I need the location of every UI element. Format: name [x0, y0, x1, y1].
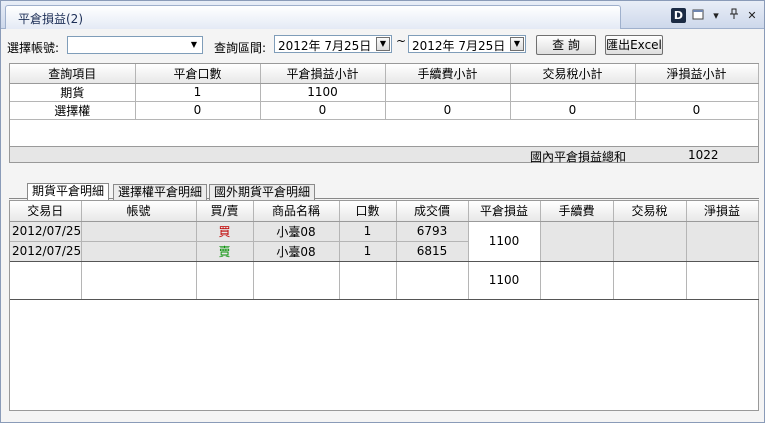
- table-cell: 期貨: [10, 83, 136, 102]
- calendar-dropdown-icon[interactable]: ▼: [510, 37, 524, 51]
- quantity-cell: 1: [339, 221, 397, 242]
- pnl-cell: 1100: [468, 221, 541, 262]
- subtotal-pnl-cell: 1100: [468, 261, 541, 300]
- close-icon[interactable]: ✕: [746, 9, 758, 22]
- range-separator: ~: [396, 34, 407, 48]
- column-header[interactable]: 淨損益小計: [635, 64, 759, 84]
- table-cell: [635, 83, 759, 102]
- table-row[interactable]: 選擇權 0 0 0 0 0: [10, 101, 759, 120]
- column-header[interactable]: 成交價: [396, 201, 469, 222]
- table-cell: 選擇權: [10, 101, 136, 120]
- detail-header-row: 交易日 帳號 買/賣 商品名稱 口數 成交價 平倉損益 手續費 交易稅 淨損益: [10, 201, 759, 222]
- net-pnl-cell: [686, 221, 759, 262]
- window-icon[interactable]: [692, 8, 704, 23]
- table-cell: 0: [510, 101, 636, 120]
- window-tab[interactable]: 平倉損益(2): [5, 5, 621, 29]
- account-label: 選擇帳號:: [7, 41, 60, 55]
- closed-position-pnl-window: 平倉損益(2) D ▾ ✕ 選擇帳號: ▼ 查詢區間: 2012年 7月25日 …: [0, 0, 765, 423]
- product-cell: 小臺08: [253, 241, 340, 262]
- column-header[interactable]: 查詢項目: [10, 64, 136, 84]
- column-header[interactable]: 淨損益: [686, 201, 759, 222]
- column-header[interactable]: 平倉口數: [135, 64, 261, 84]
- table-cell: 0: [635, 101, 759, 120]
- filter-bar: 選擇帳號: ▼ 查詢區間: 2012年 7月25日 ▼ ~ 2012年 7月25…: [1, 31, 764, 59]
- column-header[interactable]: 平倉損益: [468, 201, 541, 222]
- table-cell: [510, 83, 636, 102]
- title-bar: 平倉損益(2) D ▾ ✕: [1, 1, 764, 29]
- date-from-value: 2012年 7月25日: [278, 39, 372, 53]
- dropdown-icon[interactable]: ▾: [710, 9, 722, 22]
- table-cell: [253, 261, 340, 300]
- column-header[interactable]: 帳號: [81, 201, 197, 222]
- price-cell: 6815: [396, 241, 469, 262]
- account-select[interactable]: ▼: [67, 36, 203, 54]
- table-cell: [385, 83, 511, 102]
- side-cell: 買: [196, 221, 254, 242]
- table-cell: [396, 261, 469, 300]
- window-controls: D ▾ ✕: [671, 7, 758, 23]
- column-header[interactable]: 口數: [339, 201, 397, 222]
- column-header[interactable]: 交易日: [10, 201, 82, 222]
- date-from-picker[interactable]: 2012年 7月25日 ▼: [274, 35, 392, 53]
- fee-cell: [540, 221, 614, 262]
- total-label: 國內平倉損益總和: [530, 150, 627, 164]
- account-cell: [81, 241, 197, 262]
- tab-futures-detail[interactable]: 期貨平倉明細: [27, 183, 110, 200]
- total-value: 1022: [688, 148, 719, 162]
- summary-header-row: 查詢項目 平倉口數 平倉損益小計 手續費小計 交易稅小計 淨損益小計: [10, 64, 759, 84]
- date-to-value: 2012年 7月25日: [412, 39, 506, 53]
- column-header[interactable]: 買/賣: [196, 201, 254, 222]
- export-excel-button[interactable]: 匯出Excel: [605, 35, 663, 55]
- column-header[interactable]: 手續費: [540, 201, 614, 222]
- detail-grid: 交易日 帳號 買/賣 商品名稱 口數 成交價 平倉損益 手續費 交易稅 淨損益 …: [9, 200, 759, 411]
- tab-foreign-futures-detail[interactable]: 國外期貨平倉明細: [209, 184, 316, 200]
- tab-options-detail[interactable]: 選擇權平倉明細: [113, 184, 208, 200]
- summary-grid: 查詢項目 平倉口數 平倉損益小計 手續費小計 交易稅小計 淨損益小計 期貨 1 …: [9, 63, 759, 164]
- product-cell: 小臺08: [253, 221, 340, 242]
- column-header[interactable]: 交易稅小計: [510, 64, 636, 84]
- column-header[interactable]: 交易稅: [613, 201, 687, 222]
- query-button[interactable]: 查 詢: [536, 35, 596, 55]
- detail-table: 交易日 帳號 買/賣 商品名稱 口數 成交價 平倉損益 手續費 交易稅 淨損益 …: [10, 201, 759, 300]
- account-cell: [81, 221, 197, 242]
- table-cell: [81, 261, 197, 300]
- pin-icon[interactable]: [728, 8, 740, 23]
- table-cell: 1100: [260, 83, 386, 102]
- window-title: 平倉損益(2): [18, 12, 83, 26]
- summary-total-bar: 國內平倉損益總和 1022: [10, 146, 758, 164]
- price-cell: 6793: [396, 221, 469, 242]
- table-cell: 0: [260, 101, 386, 120]
- tax-cell: [613, 221, 687, 262]
- table-cell: 0: [135, 101, 261, 120]
- trade-date-cell: 2012/07/25: [10, 241, 82, 262]
- calendar-dropdown-icon[interactable]: ▼: [376, 37, 390, 51]
- chevron-down-icon[interactable]: ▼: [187, 38, 201, 52]
- detail-tabs: 期貨平倉明細 選擇權平倉明細 國外期貨平倉明細: [9, 183, 759, 200]
- table-cell: 0: [385, 101, 511, 120]
- d-logo-icon[interactable]: D: [671, 7, 686, 23]
- column-header[interactable]: 手續費小計: [385, 64, 511, 84]
- table-cell: [196, 261, 254, 300]
- side-cell: 賣: [196, 241, 254, 262]
- table-cell: [613, 261, 687, 300]
- column-header[interactable]: 商品名稱: [253, 201, 340, 222]
- trade-date-cell: 2012/07/25: [10, 221, 82, 242]
- summary-table: 查詢項目 平倉口數 平倉損益小計 手續費小計 交易稅小計 淨損益小計 期貨 1 …: [10, 64, 759, 120]
- table-cell: [339, 261, 397, 300]
- table-cell: [686, 261, 759, 300]
- date-to-picker[interactable]: 2012年 7月25日 ▼: [408, 35, 526, 53]
- table-cell: [10, 261, 82, 300]
- quantity-cell: 1: [339, 241, 397, 262]
- table-cell: 1: [135, 83, 261, 102]
- table-cell: [540, 261, 614, 300]
- column-header[interactable]: 平倉損益小計: [260, 64, 386, 84]
- date-range-label: 查詢區間:: [214, 41, 267, 55]
- table-row[interactable]: 期貨 1 1100: [10, 83, 759, 102]
- subtotal-row[interactable]: 1100: [10, 261, 759, 300]
- table-row[interactable]: 2012/07/25 買 小臺08 1 6793 1100: [10, 221, 759, 262]
